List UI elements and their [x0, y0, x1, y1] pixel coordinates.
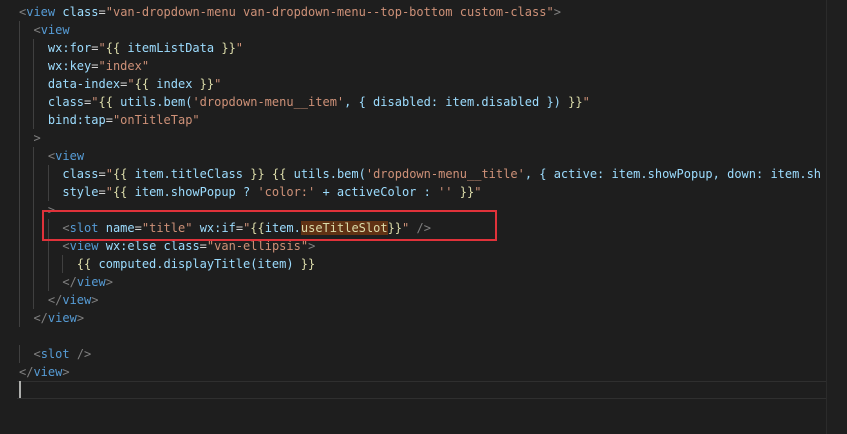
- code-line-text: >: [33, 131, 41, 145]
- code-line[interactable]: wx:for="{{ itemListData }}": [0, 39, 847, 57]
- code-line-text: data-index="{{ index }}": [47, 77, 222, 91]
- code-line[interactable]: {{ computed.displayTitle(item) }}: [0, 255, 847, 273]
- code-line[interactable]: [0, 381, 847, 399]
- code-line[interactable]: class="{{ utils.bem('dropdown-menu__item…: [0, 93, 847, 111]
- code-area[interactable]: <view class="van-dropdown-menu van-dropd…: [0, 3, 847, 399]
- code-line[interactable]: <view wx:else class="van-ellipsis">: [0, 237, 847, 255]
- code-line-text: {{ computed.displayTitle(item) }}: [76, 257, 316, 271]
- code-line-text: class="{{ utils.bem('dropdown-menu__item…: [47, 95, 590, 109]
- code-line[interactable]: [0, 327, 847, 345]
- code-line[interactable]: </view>: [0, 309, 847, 327]
- code-line[interactable]: <slot name="title" wx:if="{{item.useTitl…: [0, 219, 847, 237]
- code-line[interactable]: <slot />: [0, 345, 847, 363]
- code-line[interactable]: </view>: [0, 363, 847, 381]
- code-line[interactable]: >: [0, 129, 847, 147]
- code-line[interactable]: <view: [0, 147, 847, 165]
- code-line[interactable]: >: [0, 201, 847, 219]
- current-line-highlight: [17, 381, 826, 399]
- code-line-text: </view>: [62, 275, 113, 289]
- text-cursor: [19, 381, 21, 398]
- code-line-text: wx:key="index": [47, 59, 150, 73]
- code-line[interactable]: </view>: [0, 291, 847, 309]
- code-line-text: wx:for="{{ itemListData }}": [47, 41, 244, 55]
- code-line-text: <slot />: [33, 347, 92, 361]
- code-line[interactable]: class="{{ item.titleClass }} {{ utils.be…: [0, 165, 847, 183]
- code-line-text: >: [47, 203, 56, 217]
- vertical-scrollbar[interactable]: [826, 0, 847, 434]
- code-line-text: </view>: [47, 293, 99, 307]
- code-line-text: </view>: [19, 365, 70, 379]
- code-line[interactable]: <view class="van-dropdown-menu van-dropd…: [0, 3, 847, 21]
- scrollbar-thumb[interactable]: [827, 0, 847, 434]
- code-line-text: </view>: [33, 311, 85, 325]
- code-line-text: <slot name="title" wx:if="{{item.useTitl…: [62, 221, 431, 235]
- code-line[interactable]: data-index="{{ index }}": [0, 75, 847, 93]
- code-line[interactable]: <view: [0, 21, 847, 39]
- code-line[interactable]: wx:key="index": [0, 57, 847, 75]
- code-line[interactable]: </view>: [0, 273, 847, 291]
- code-line-text: class="{{ item.titleClass }} {{ utils.be…: [62, 167, 822, 181]
- code-line-text: bind:tap="onTitleTap": [47, 113, 200, 127]
- code-line[interactable]: style="{{ item.showPopup ? 'color:' + ac…: [0, 183, 847, 201]
- code-line-text: <view wx:else class="van-ellipsis">: [62, 239, 316, 253]
- code-line-text: style="{{ item.showPopup ? 'color:' + ac…: [62, 185, 482, 199]
- code-line-text: <view class="van-dropdown-menu van-dropd…: [19, 5, 561, 19]
- code-line-text: <view: [47, 149, 85, 163]
- code-editor[interactable]: <view class="van-dropdown-menu van-dropd…: [0, 0, 847, 434]
- code-line[interactable]: bind:tap="onTitleTap": [0, 111, 847, 129]
- code-line-text: <view: [33, 23, 70, 37]
